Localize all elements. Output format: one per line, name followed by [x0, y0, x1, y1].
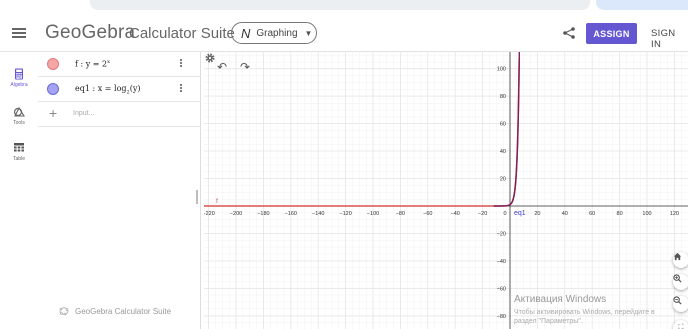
x-tick-label: −200	[230, 211, 242, 217]
curve-f	[204, 57, 521, 207]
browser-profile-area	[596, 0, 688, 10]
x-tick-label: 40	[562, 211, 568, 217]
graph-canvas[interactable]: −220 −200 −180 −160 −140 −120 −100 −80 −60 −40 −20…	[204, 52, 688, 329]
x-tick-label: −40	[451, 211, 460, 217]
gear-icon[interactable]	[204, 52, 216, 64]
geogebra-logo: GeoGebra	[45, 22, 136, 43]
y-tick-label: −20	[497, 232, 506, 238]
x-tick-label: 60	[589, 211, 595, 217]
tools-icon	[13, 106, 25, 117]
algebra-row-f[interactable]: f : y = 2x	[38, 52, 201, 77]
windows-activation-line-2: раздел "Параметры".	[514, 318, 583, 325]
zoom-out-icon	[673, 296, 682, 305]
y-tick-label: 40	[500, 149, 506, 155]
algebra-row-eq1[interactable]: eq1 : x = log2(y)	[38, 77, 201, 102]
share-icon[interactable]	[562, 26, 576, 40]
calculator-icon	[15, 68, 23, 80]
algebra-panel: f : y = 2x eq1 : x = log2(y) + Input...	[38, 52, 201, 329]
home-icon	[673, 252, 682, 261]
curve-eq1	[493, 52, 521, 207]
undo-icon[interactable]: ↶	[217, 60, 227, 74]
chevron-down-icon: ▼	[304, 28, 313, 38]
rail-label-algebra: Algebra	[10, 82, 28, 88]
rail-label-table: Table	[13, 156, 25, 162]
x-tick-label: −20	[478, 211, 487, 217]
browser-omnibox	[90, 0, 590, 10]
x-tick-label: −180	[257, 211, 269, 217]
graphics-view[interactable]: −220 −200 −180 −160 −140 −120 −100 −80 −60 −40 −20…	[204, 52, 688, 329]
more-options-icon[interactable]	[179, 83, 183, 95]
more-options-icon[interactable]	[179, 58, 183, 70]
x-tick-label: 20	[534, 211, 540, 217]
zoom-in-button[interactable]	[673, 274, 688, 290]
visibility-toggle-f[interactable]	[47, 58, 59, 70]
curve-label-eq1: eq1	[514, 210, 526, 217]
y-tick-label: −80	[497, 314, 506, 320]
app-header: GeoGebra Calculator Suite N Graphing ▼ A…	[0, 14, 688, 52]
plus-icon: +	[49, 105, 58, 121]
visibility-toggle-eq1[interactable]	[47, 83, 59, 95]
footer-brand: GeoGebra Calculator Suite	[59, 306, 171, 316]
zoom-in-icon	[673, 274, 682, 283]
y-tick-label: 80	[500, 94, 506, 100]
redo-icon[interactable]: ↷	[240, 60, 250, 74]
algebra-input-row[interactable]: + Input...	[38, 102, 201, 127]
rail-item-table[interactable]: Table	[0, 142, 38, 162]
home-button[interactable]	[673, 252, 688, 268]
x-tick-label: −160	[285, 211, 297, 217]
windows-activation-text: Чтобы активировать Windows, перейдите в …	[514, 308, 684, 326]
rail-item-algebra[interactable]: Algebra	[0, 68, 38, 88]
expression-f[interactable]: f : y = 2x	[75, 59, 110, 69]
x-tick-label: 120	[670, 211, 679, 217]
app-switcher[interactable]: N Graphing ▼	[231, 22, 317, 44]
y-tick-label: 60	[500, 122, 506, 128]
left-rail: Algebra Tools Table	[0, 52, 38, 329]
x-tick-label: 100	[642, 211, 651, 217]
assign-button[interactable]: ASSIGN	[586, 23, 637, 44]
x-tick-label: 80	[617, 211, 623, 217]
menu-icon[interactable]	[12, 26, 26, 40]
x-tick-label: −140	[312, 211, 324, 217]
suite-title: Calculator Suite	[129, 25, 235, 42]
x-tick-label: −100	[367, 211, 379, 217]
x-tick-label: 0	[503, 211, 506, 217]
footer-brand-label: GeoGebra Calculator Suite	[75, 306, 172, 316]
panel-resize-handle[interactable]	[196, 190, 198, 204]
sign-in-button[interactable]: SIGN IN	[651, 28, 688, 50]
y-tick-label: −40	[497, 259, 506, 265]
y-tick-label: 100	[497, 67, 506, 73]
browser-strip	[0, 0, 688, 14]
rail-item-tools[interactable]: Tools	[0, 106, 38, 126]
y-tick-label: −60	[497, 287, 506, 293]
y-tick-label: 20	[500, 177, 506, 183]
x-tick-label: −120	[339, 211, 351, 217]
windows-activation-title: Активация Windows	[514, 294, 607, 305]
x-tick-label: −80	[396, 211, 405, 217]
windows-activation-line-1: Чтобы активировать Windows, перейдите в	[514, 309, 655, 316]
expression-eq1[interactable]: eq1 : x = log2(y)	[75, 84, 140, 96]
rail-label-tools: Tools	[13, 120, 25, 126]
x-tick-label: −220	[204, 211, 215, 217]
x-tick-label: −60	[423, 211, 432, 217]
curve-label-f: f	[216, 198, 218, 205]
algebra-input[interactable]: Input...	[73, 110, 94, 117]
graphing-icon: N	[241, 25, 251, 41]
geogebra-mark-icon	[59, 307, 69, 316]
app-switcher-label: Graphing	[256, 27, 298, 39]
table-icon	[14, 143, 24, 152]
